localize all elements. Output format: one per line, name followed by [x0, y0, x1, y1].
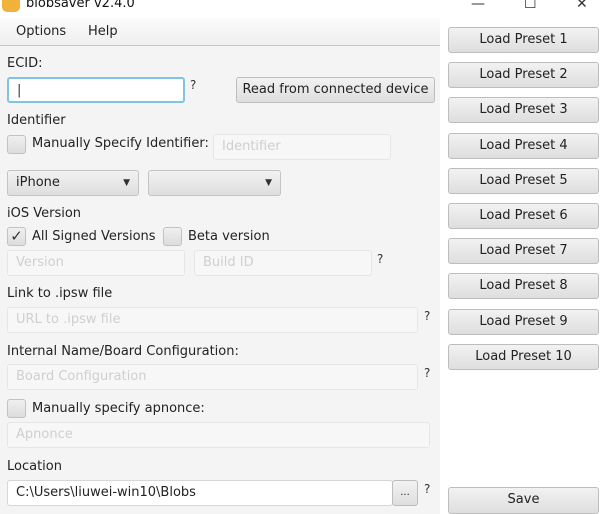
ipsw-url-input[interactable]: URL to .ipsw file: [7, 307, 418, 333]
beta-checkbox[interactable]: [163, 227, 182, 246]
load-preset-10-button[interactable]: Load Preset 10: [448, 343, 599, 370]
load-preset-2-button[interactable]: Load Preset 2: [448, 62, 599, 89]
browse-button[interactable]: ...: [392, 480, 418, 506]
apnonce-checkbox[interactable]: [7, 399, 26, 418]
version-help[interactable]: ?: [377, 252, 383, 266]
device-type-value: iPhone: [16, 175, 60, 190]
version-input[interactable]: Version: [7, 250, 185, 276]
identifier-input[interactable]: Identifier: [213, 134, 391, 160]
app-logo-icon: [2, 0, 20, 12]
read-device-button[interactable]: Read from connected device: [236, 77, 435, 103]
all-signed-checkbox[interactable]: ✓: [7, 227, 26, 246]
chevron-down-icon: ▼: [123, 178, 130, 188]
window-title: blobsaver v2.4.0: [26, 0, 135, 11]
menu-options[interactable]: Options: [16, 24, 66, 39]
close-button[interactable]: ✕: [576, 0, 588, 12]
load-preset-6-button[interactable]: Load Preset 6: [448, 203, 599, 229]
load-preset-1-button[interactable]: Load Preset 1: [448, 27, 599, 53]
ios-version-label: iOS Version: [7, 206, 82, 221]
load-preset-9-button[interactable]: Load Preset 9: [448, 308, 599, 335]
identifier-checkbox[interactable]: [7, 135, 26, 154]
ecid-label: ECID:: [7, 56, 43, 71]
ipsw-help[interactable]: ?: [424, 309, 430, 323]
ecid-help[interactable]: ?: [190, 78, 196, 92]
load-preset-8-button[interactable]: Load Preset 8: [448, 273, 599, 300]
apnonce-input[interactable]: Apnonce: [7, 422, 430, 448]
load-preset-7-button[interactable]: Load Preset 7: [448, 238, 599, 265]
ipsw-label: Link to .ipsw file: [7, 286, 113, 301]
board-config-input[interactable]: Board Configuration: [7, 364, 418, 390]
load-preset-4-button[interactable]: Load Preset 4: [448, 132, 599, 159]
location-help[interactable]: ?: [424, 482, 430, 496]
device-type-select[interactable]: iPhone ▼: [7, 170, 139, 196]
ecid-input[interactable]: |: [7, 77, 185, 103]
board-help[interactable]: ?: [424, 366, 430, 380]
minimize-button[interactable]: —: [471, 0, 485, 12]
board-label: Internal Name/Board Configuration:: [7, 344, 239, 359]
location-input[interactable]: C:\Users\liuwei-win10\Blobs: [7, 480, 393, 506]
check-icon: ✓: [10, 227, 23, 245]
beta-label: Beta version: [188, 229, 270, 244]
maximize-button[interactable]: ☐: [524, 0, 537, 12]
device-model-select[interactable]: ▼: [148, 170, 281, 196]
build-id-input[interactable]: Build ID: [194, 250, 372, 276]
save-button[interactable]: Save: [448, 487, 599, 514]
identifier-checkbox-label: Manually Specify Identifier:: [32, 136, 209, 151]
load-preset-3-button[interactable]: Load Preset 3: [448, 97, 599, 124]
apnonce-label: Manually specify apnonce:: [32, 401, 205, 416]
menu-help[interactable]: Help: [88, 24, 118, 39]
all-signed-label: All Signed Versions: [32, 229, 156, 244]
identifier-label: Identifier: [7, 113, 66, 128]
location-label: Location: [7, 459, 62, 474]
load-preset-5-button[interactable]: Load Preset 5: [448, 167, 599, 194]
chevron-down-icon: ▼: [265, 178, 272, 188]
